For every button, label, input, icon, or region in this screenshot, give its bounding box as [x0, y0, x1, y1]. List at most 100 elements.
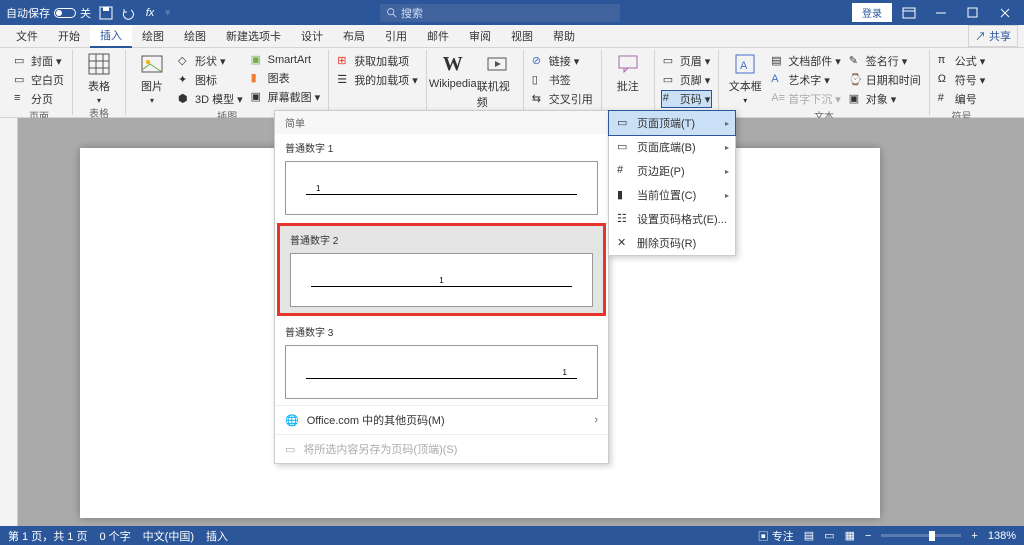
menu-remove-pagenum[interactable]: ✕删除页码(R) [609, 231, 735, 255]
comment-button[interactable]: 批注 [608, 52, 648, 94]
get-addins-button[interactable]: ⊞获取加载项 [335, 52, 420, 70]
number-button[interactable]: #编号 [936, 90, 988, 108]
online-video-button[interactable]: 联机视频 [477, 52, 517, 110]
menu-page-margin[interactable]: #页边距(P)▸ [609, 159, 735, 183]
gallery-preview: 1 [290, 253, 593, 307]
wordart-button[interactable]: A艺术字 ▾ [769, 71, 843, 89]
gallery-entry-1[interactable]: 普通数字 1 1 [275, 134, 608, 221]
quickparts-button[interactable]: ▤文档部件 ▾ [769, 52, 843, 70]
bookmark-button[interactable]: ▯书签 [530, 71, 595, 89]
menu-page-bottom[interactable]: ▭页面底端(B)▸ [609, 135, 735, 159]
print-layout-icon[interactable]: ▭ [824, 529, 834, 542]
read-view-icon[interactable]: ▤ [804, 529, 814, 542]
equation-button[interactable]: π公式 ▾ [936, 52, 988, 70]
group-addins: ⊞获取加载项 ☰我的加载项 ▾ [329, 50, 427, 115]
chart-button[interactable]: ▮图表 [249, 69, 323, 87]
tab-layout[interactable]: 布局 [333, 25, 375, 48]
menu-item-label: 当前位置(C) [637, 187, 696, 203]
tab-draw[interactable]: 绘图 [132, 25, 174, 48]
page-break-button[interactable]: ≡分页 [12, 90, 66, 108]
menu-item-label: 页面顶端(T) [637, 115, 695, 131]
status-words[interactable]: 0 个字 [99, 528, 130, 544]
3dmodel-button[interactable]: ⬢3D 模型 ▾ [176, 90, 245, 108]
textbox-button[interactable]: A文本框▾ [725, 52, 765, 105]
datetime-button[interactable]: ⌚日期和时间 [847, 71, 923, 89]
ribbon: ▭封面 ▾ ▭空白页 ≡分页 页面 表格▾ 表格 图片▾ ◇形状 ▾ ✦图标 ⬢… [0, 48, 1024, 118]
zoom-in-icon[interactable]: + [971, 530, 977, 542]
menu-current-position[interactable]: ▮当前位置(C)▸ [609, 183, 735, 207]
footer-button[interactable]: ▭页脚 ▾ [661, 71, 713, 89]
tab-home[interactable]: 开始 [48, 25, 90, 48]
header-button[interactable]: ▭页眉 ▾ [661, 52, 713, 70]
shapes-button[interactable]: ◇形状 ▾ [176, 52, 245, 70]
undo-icon[interactable] [121, 6, 135, 20]
cover-page-button[interactable]: ▭封面 ▾ [12, 52, 66, 70]
gallery-section-head: 简单 [275, 111, 608, 134]
svg-text:A: A [740, 60, 748, 72]
group-symbols: π公式 ▾ Ω符号 ▾ #编号 符号 [930, 50, 994, 115]
tab-design[interactable]: 设计 [291, 25, 333, 48]
menu-page-top[interactable]: ▭页面顶端(T)▸ [608, 110, 736, 136]
menu-format-pagenum[interactable]: ☷设置页码格式(E)... [609, 207, 735, 231]
chevron-right-icon: ▸ [725, 167, 729, 176]
close-icon[interactable] [990, 0, 1020, 25]
smartart-button[interactable]: ▣SmartArt [249, 52, 323, 68]
zoom-out-icon[interactable]: − [865, 530, 871, 542]
tab-draw2[interactable]: 绘图 [174, 25, 216, 48]
group-text: A文本框▾ ▤文档部件 ▾ A艺术字 ▾ A≡首字下沉 ▾ ✎签名行 ▾ ⌚日期… [719, 50, 930, 115]
tab-help[interactable]: 帮助 [543, 25, 585, 48]
icons-button[interactable]: ✦图标 [176, 71, 245, 89]
vertical-ruler [0, 118, 18, 526]
save-icon[interactable] [99, 6, 113, 20]
autosave-toggle[interactable]: 自动保存 关 [6, 5, 91, 21]
tab-view[interactable]: 视图 [501, 25, 543, 48]
tab-review[interactable]: 审阅 [459, 25, 501, 48]
pictures-button[interactable]: 图片▾ [132, 52, 172, 105]
blank-page-button[interactable]: ▭空白页 [12, 71, 66, 89]
crossref-button[interactable]: ⇆交叉引用 [530, 90, 595, 108]
group-tables: 表格▾ 表格 [73, 50, 126, 115]
tab-file[interactable]: 文件 [6, 25, 48, 48]
chevron-right-icon: › [594, 414, 598, 426]
search-icon [386, 7, 397, 18]
web-layout-icon[interactable]: ▦ [845, 529, 855, 542]
screenshot-button[interactable]: ▣屏幕截图 ▾ [249, 88, 323, 106]
link-button[interactable]: ⊘链接 ▾ [530, 52, 595, 70]
status-page[interactable]: 第 1 页，共 1 页 [8, 528, 87, 544]
object-button[interactable]: ▣对象 ▾ [847, 90, 923, 108]
group-media: WWikipedia 联机视频 [427, 50, 524, 115]
tab-references[interactable]: 引用 [375, 25, 417, 48]
my-addins-button[interactable]: ☰我的加载项 ▾ [335, 71, 420, 89]
gallery-more-office[interactable]: 🌐 Office.com 中的其他页码(M) › [275, 405, 608, 434]
group-pages: ▭封面 ▾ ▭空白页 ≡分页 页面 [6, 50, 73, 115]
gallery-preview: 1 [285, 345, 598, 399]
minimize-icon[interactable] [926, 0, 956, 25]
gallery-entry-2[interactable]: 普通数字 2 1 [277, 223, 606, 316]
status-lang[interactable]: 中文(中国) [143, 528, 194, 544]
zoom-slider[interactable] [881, 534, 961, 537]
save-icon: ▭ [285, 443, 295, 456]
search-box[interactable]: 搜索 [380, 4, 620, 22]
share-button[interactable]: ↗ 共享 [968, 25, 1018, 47]
zoom-percent[interactable]: 138% [988, 530, 1016, 542]
page-number-gallery: 简单 普通数字 1 1 普通数字 2 1 普通数字 3 1 🌐 Office.c… [274, 110, 609, 464]
tab-mailings[interactable]: 邮件 [417, 25, 459, 48]
sigline-button[interactable]: ✎签名行 ▾ [847, 52, 923, 70]
gallery-entry-3[interactable]: 普通数字 3 1 [275, 318, 608, 405]
tab-insert[interactable]: 插入 [90, 25, 132, 48]
tab-new[interactable]: 新建选项卡 [216, 25, 291, 48]
table-button[interactable]: 表格▾ [79, 52, 119, 105]
login-button[interactable]: 登录 [852, 3, 892, 22]
menu-item-label: 页面底端(B) [637, 139, 696, 155]
ribbon-options-icon[interactable] [894, 0, 924, 25]
status-bar: 第 1 页，共 1 页 0 个字 中文(中国) 插入 ▣ 专注 ▤ ▭ ▦ − … [0, 526, 1024, 545]
dropcap-button[interactable]: A≡首字下沉 ▾ [769, 90, 843, 108]
maximize-icon[interactable] [958, 0, 988, 25]
wikipedia-button[interactable]: WWikipedia [433, 52, 473, 90]
page-number-button[interactable]: #页码 ▾ [661, 90, 713, 108]
focus-mode-button[interactable]: ▣ 专注 [758, 528, 794, 544]
group-comments: 批注 [602, 50, 655, 115]
symbol-button[interactable]: Ω符号 ▾ [936, 71, 988, 89]
fx-icon[interactable]: fx [143, 6, 157, 20]
status-mode[interactable]: 插入 [206, 528, 228, 544]
